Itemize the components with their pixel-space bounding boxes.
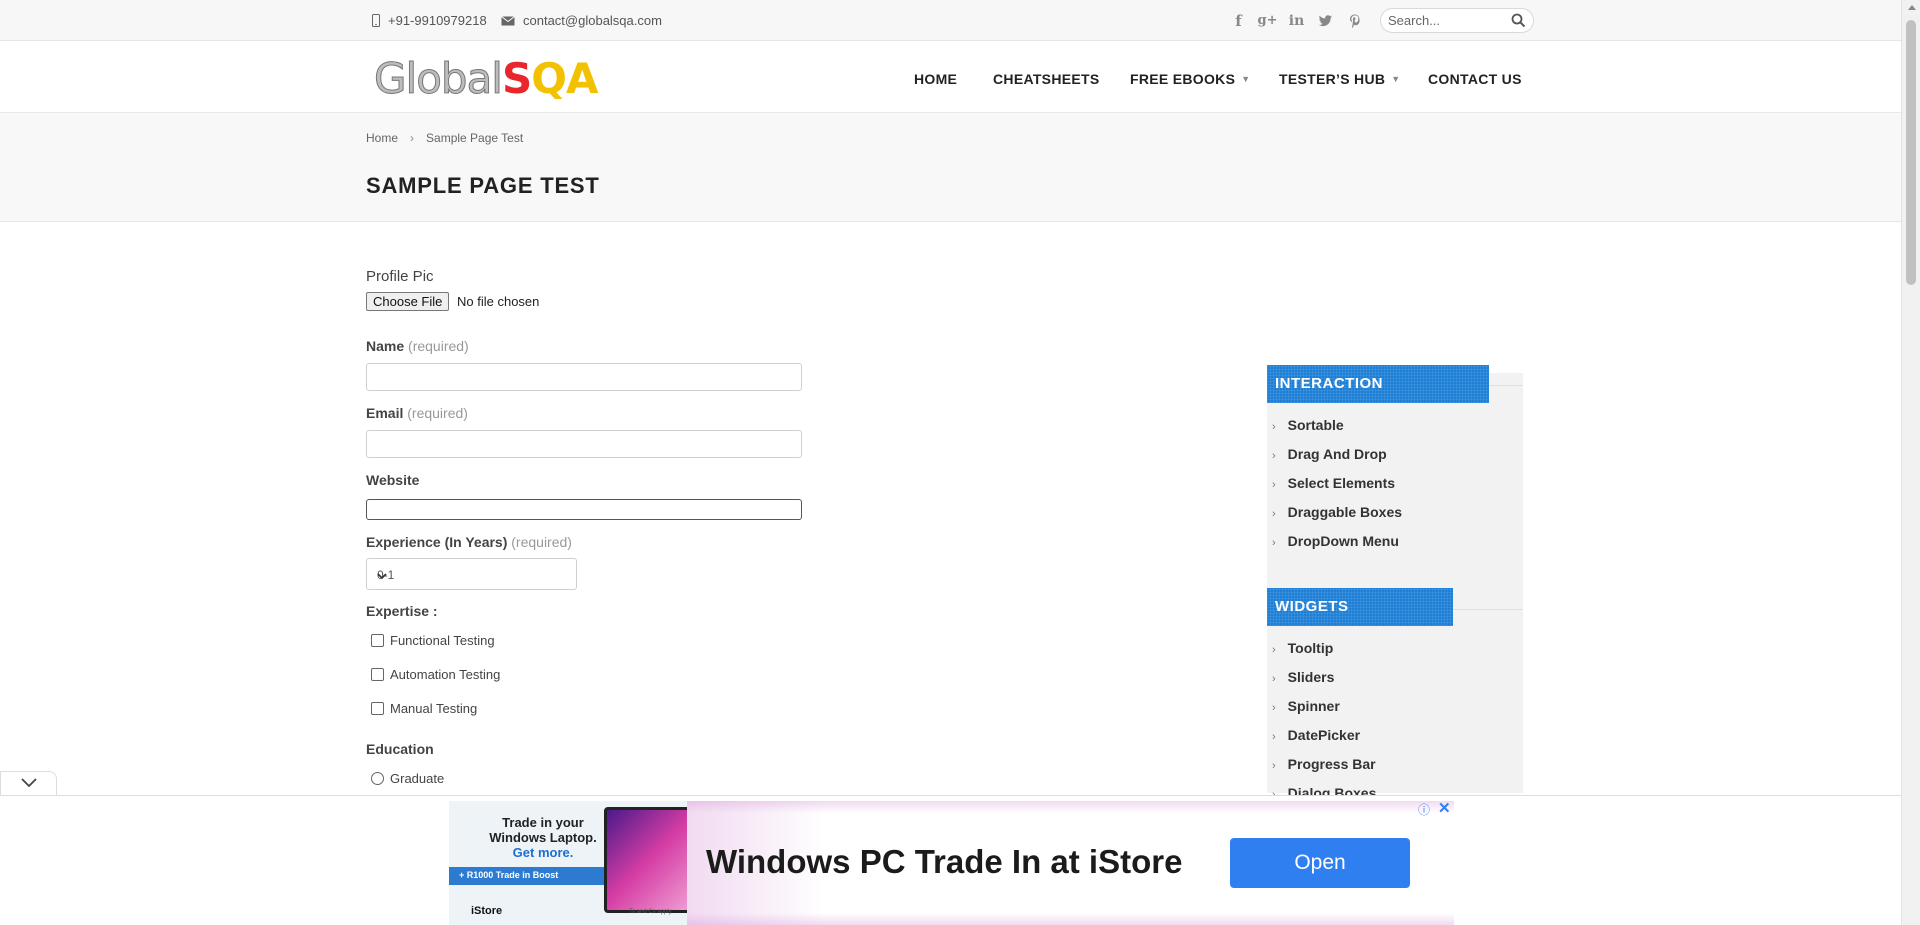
phone-number: +91-9910979218: [388, 13, 487, 28]
pinterest-icon[interactable]: [1345, 11, 1364, 30]
search-box: [1380, 8, 1534, 33]
nav-home[interactable]: HOME: [914, 71, 957, 87]
radio-button[interactable]: [371, 772, 384, 785]
nav-cheatsheets[interactable]: CHEATSHEETS: [993, 71, 1100, 87]
choose-file-button[interactable]: Choose File: [366, 292, 450, 311]
checkbox[interactable]: [371, 634, 384, 647]
experience-label: Experience (In Years) (required): [366, 534, 572, 550]
phone-icon: [372, 14, 380, 27]
email-address[interactable]: contact@globalsqa.com: [523, 13, 662, 28]
ad-info-icon[interactable]: ⓘ: [1418, 801, 1430, 818]
expertise-option[interactable]: Manual Testing: [371, 701, 477, 716]
education-option[interactable]: Graduate: [371, 771, 444, 786]
ad-collapse-button[interactable]: [0, 771, 57, 795]
chevron-down-icon: ▼: [1241, 74, 1251, 84]
website-field[interactable]: [366, 499, 802, 520]
phone-contact: +91-9910979218: [372, 13, 487, 28]
sidebar-link-tooltip[interactable]: › Tooltip: [1272, 640, 1333, 656]
experience-select[interactable]: 0-1: [366, 558, 577, 590]
scroll-up-arrow-icon[interactable]: [1908, 5, 1916, 10]
ad-headline[interactable]: Windows PC Trade In at iStore: [706, 843, 1182, 881]
page-title: SAMPLE PAGE TEST: [366, 173, 600, 198]
nav-testers-hub[interactable]: TESTER’S HUB ▼: [1279, 71, 1401, 87]
envelope-icon: [501, 15, 515, 26]
title-band: Home › Sample Page Test SAMPLE PAGE TEST: [0, 113, 1901, 222]
email-label: Email (required): [366, 405, 468, 421]
page-scrollbar[interactable]: [1901, 0, 1920, 925]
sidebar-link-sliders[interactable]: › Sliders: [1272, 669, 1334, 685]
breadcrumb-separator: ›: [410, 131, 415, 145]
advertisement[interactable]: Trade in your Windows Laptop. Get more. …: [449, 801, 1454, 925]
nav-free-ebooks[interactable]: FREE EBOOKS ▼: [1130, 71, 1250, 87]
search-input[interactable]: [1388, 13, 1508, 28]
education-label: Education: [366, 741, 434, 757]
chevron-down-icon: ▼: [1391, 74, 1401, 84]
site-header: GlobalSQA HOME CHEATSHEETS FREE EBOOKS ▼ …: [0, 41, 1901, 113]
sidebar-link-drag-and-drop[interactable]: › Drag And Drop: [1272, 446, 1387, 462]
search-icon[interactable]: [1511, 13, 1526, 33]
interaction-widget-title: INTERACTION: [1267, 365, 1489, 403]
checkbox[interactable]: [371, 702, 384, 715]
twitter-icon[interactable]: [1316, 11, 1335, 30]
no-file-text: No file chosen: [457, 294, 540, 309]
sidebar-link-spinner[interactable]: › Spinner: [1272, 698, 1340, 714]
website-label: Website: [366, 472, 420, 488]
sidebar-link-sortable[interactable]: › Sortable: [1272, 417, 1344, 433]
page: +91-9910979218 contact@globalsqa.com f g…: [0, 0, 1901, 925]
laptop-image: [604, 807, 687, 913]
profile-pic-label: Profile Pic: [366, 268, 434, 285]
breadcrumb: Home › Sample Page Test: [366, 131, 523, 145]
name-field[interactable]: [366, 363, 802, 391]
scrollbar-thumb[interactable]: [1906, 20, 1916, 285]
checkbox[interactable]: [371, 668, 384, 681]
top-bar: +91-9910979218 contact@globalsqa.com f g…: [0, 0, 1901, 41]
expertise-option[interactable]: Functional Testing: [371, 633, 495, 648]
expertise-option[interactable]: Automation Testing: [371, 667, 500, 682]
widgets-widget-title: WIDGETS: [1267, 588, 1453, 626]
breadcrumb-home[interactable]: Home: [366, 131, 398, 145]
linkedin-icon[interactable]: in: [1287, 11, 1306, 30]
sidebar-link-draggable-boxes[interactable]: › Draggable Boxes: [1272, 504, 1402, 520]
name-label: Name (required): [366, 338, 469, 354]
sidebar-link-dropdown-menu[interactable]: › DropDown Menu: [1272, 533, 1399, 549]
email-field[interactable]: [366, 430, 802, 458]
email-contact[interactable]: contact@globalsqa.com: [501, 13, 662, 28]
ad-open-button[interactable]: Open: [1230, 838, 1410, 888]
google-plus-icon[interactable]: g+: [1258, 11, 1278, 30]
breadcrumb-current: Sample Page Test: [426, 131, 524, 145]
social-links: f g+ in: [1229, 11, 1364, 30]
sidebar-link-datepicker[interactable]: › DatePicker: [1272, 727, 1360, 743]
sidebar-link-select-elements[interactable]: › Select Elements: [1272, 475, 1395, 491]
expertise-label: Expertise :: [366, 603, 438, 619]
chevron-down-icon: [377, 569, 570, 583]
nav-contact-us[interactable]: CONTACT US: [1428, 71, 1522, 87]
facebook-icon[interactable]: f: [1229, 11, 1248, 30]
ad-close-icon[interactable]: ✕: [1438, 799, 1451, 817]
sidebar-link-progress-bar[interactable]: › Progress Bar: [1272, 756, 1376, 772]
chevron-down-icon: [21, 778, 37, 788]
globalsqa-logo[interactable]: GlobalSQA: [374, 54, 599, 103]
ad-image[interactable]: Trade in your Windows Laptop. Get more. …: [449, 801, 687, 925]
